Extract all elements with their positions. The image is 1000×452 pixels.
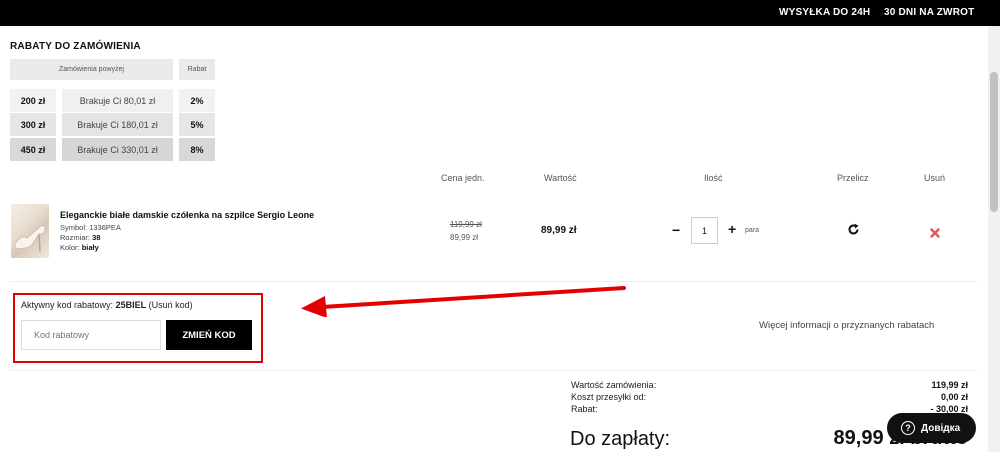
order-value-label: Wartość zamówienia: [571, 380, 657, 390]
active-coupon-line: Aktywny kod rabatowy: 25BIEL (Usuń kod) [21, 300, 193, 310]
unit-price: 89,99 zł [450, 233, 479, 242]
total-label: Do zapłaty: [570, 428, 671, 450]
discount-threshold: 300 zł [10, 113, 56, 136]
column-qty: Ilość [704, 173, 723, 183]
item-value: 89,99 zł [541, 225, 577, 236]
question-icon: ? [901, 421, 915, 435]
qty-input[interactable]: 1 [691, 217, 718, 244]
discounts-title: RABATY DO ZAMÓWIENIA [10, 41, 141, 52]
old-price: 119,99 zł [450, 220, 482, 229]
qty-plus-button[interactable]: + [728, 221, 736, 237]
shoe-icon [14, 225, 46, 253]
discount-missing: Brakuje Ci 180,01 zł [62, 113, 173, 136]
recalc-button[interactable] [847, 223, 860, 241]
coupon-code-input[interactable] [21, 320, 161, 350]
discount-percent: 8% [179, 138, 215, 161]
shipping-label: Koszt przesyłki od: [571, 392, 647, 402]
discount-label: Rabat: [571, 404, 598, 414]
column-value: Wartość [544, 173, 577, 183]
page-scrollbar[interactable] [988, 26, 1000, 452]
discounts-header-above: Zamówienia powyżej [10, 59, 173, 80]
help-label: Довідка [921, 422, 961, 434]
column-unit-price: Cena jedn. [441, 173, 485, 183]
product-name[interactable]: Eleganckie białe damskie czółenka na szp… [60, 210, 314, 220]
active-coupon-label: Aktywny kod rabatowy: [21, 300, 114, 310]
remove-item-button[interactable] [930, 225, 940, 243]
shipping-info: WYSYŁKA DO 24H [779, 7, 871, 18]
product-symbol: Symbol: 1336PEA [60, 223, 121, 232]
qty-minus-button[interactable]: − [672, 222, 680, 238]
annotation-arrow-icon [301, 286, 626, 317]
scrollbar-thumb[interactable] [990, 72, 998, 212]
divider [10, 370, 978, 371]
discount-percent: 2% [179, 89, 215, 112]
discount-threshold: 200 zł [10, 89, 56, 112]
product-size: Rozmiar: 38 [60, 233, 101, 242]
shipping-cost: 0,00 zł [940, 392, 968, 402]
help-button[interactable]: ? Довідка [887, 413, 976, 443]
close-icon [930, 228, 940, 238]
qty-unit: para [745, 227, 760, 234]
discounts-header-discount: Rabat [179, 59, 215, 80]
discount-missing: Brakuje Ci 80,01 zł [62, 89, 173, 112]
refresh-icon [848, 223, 859, 235]
more-discount-info-link[interactable]: Więcej informacji o przyznanych rabatach [759, 320, 934, 331]
top-bar: WYSYŁKA DO 24H 30 DNI NA ZWROT [0, 0, 1000, 26]
remove-coupon-link[interactable]: (Usuń kod) [149, 300, 193, 310]
product-image[interactable] [11, 204, 49, 258]
active-coupon-code: 25BIEL [115, 300, 147, 310]
product-color: Kolor: biały [60, 243, 99, 252]
returns-info: 30 DNI NA ZWROT [884, 7, 975, 18]
discount-missing: Brakuje Ci 330,01 zł [62, 138, 173, 161]
column-recalc: Przelicz [837, 173, 869, 183]
column-remove: Usuń [924, 173, 946, 183]
change-code-button[interactable]: ZMIEŃ KOD [166, 320, 252, 350]
divider [10, 281, 978, 282]
order-value: 119,99 zł [931, 380, 968, 390]
discount-threshold: 450 zł [10, 138, 56, 161]
discount-percent: 5% [179, 113, 215, 136]
